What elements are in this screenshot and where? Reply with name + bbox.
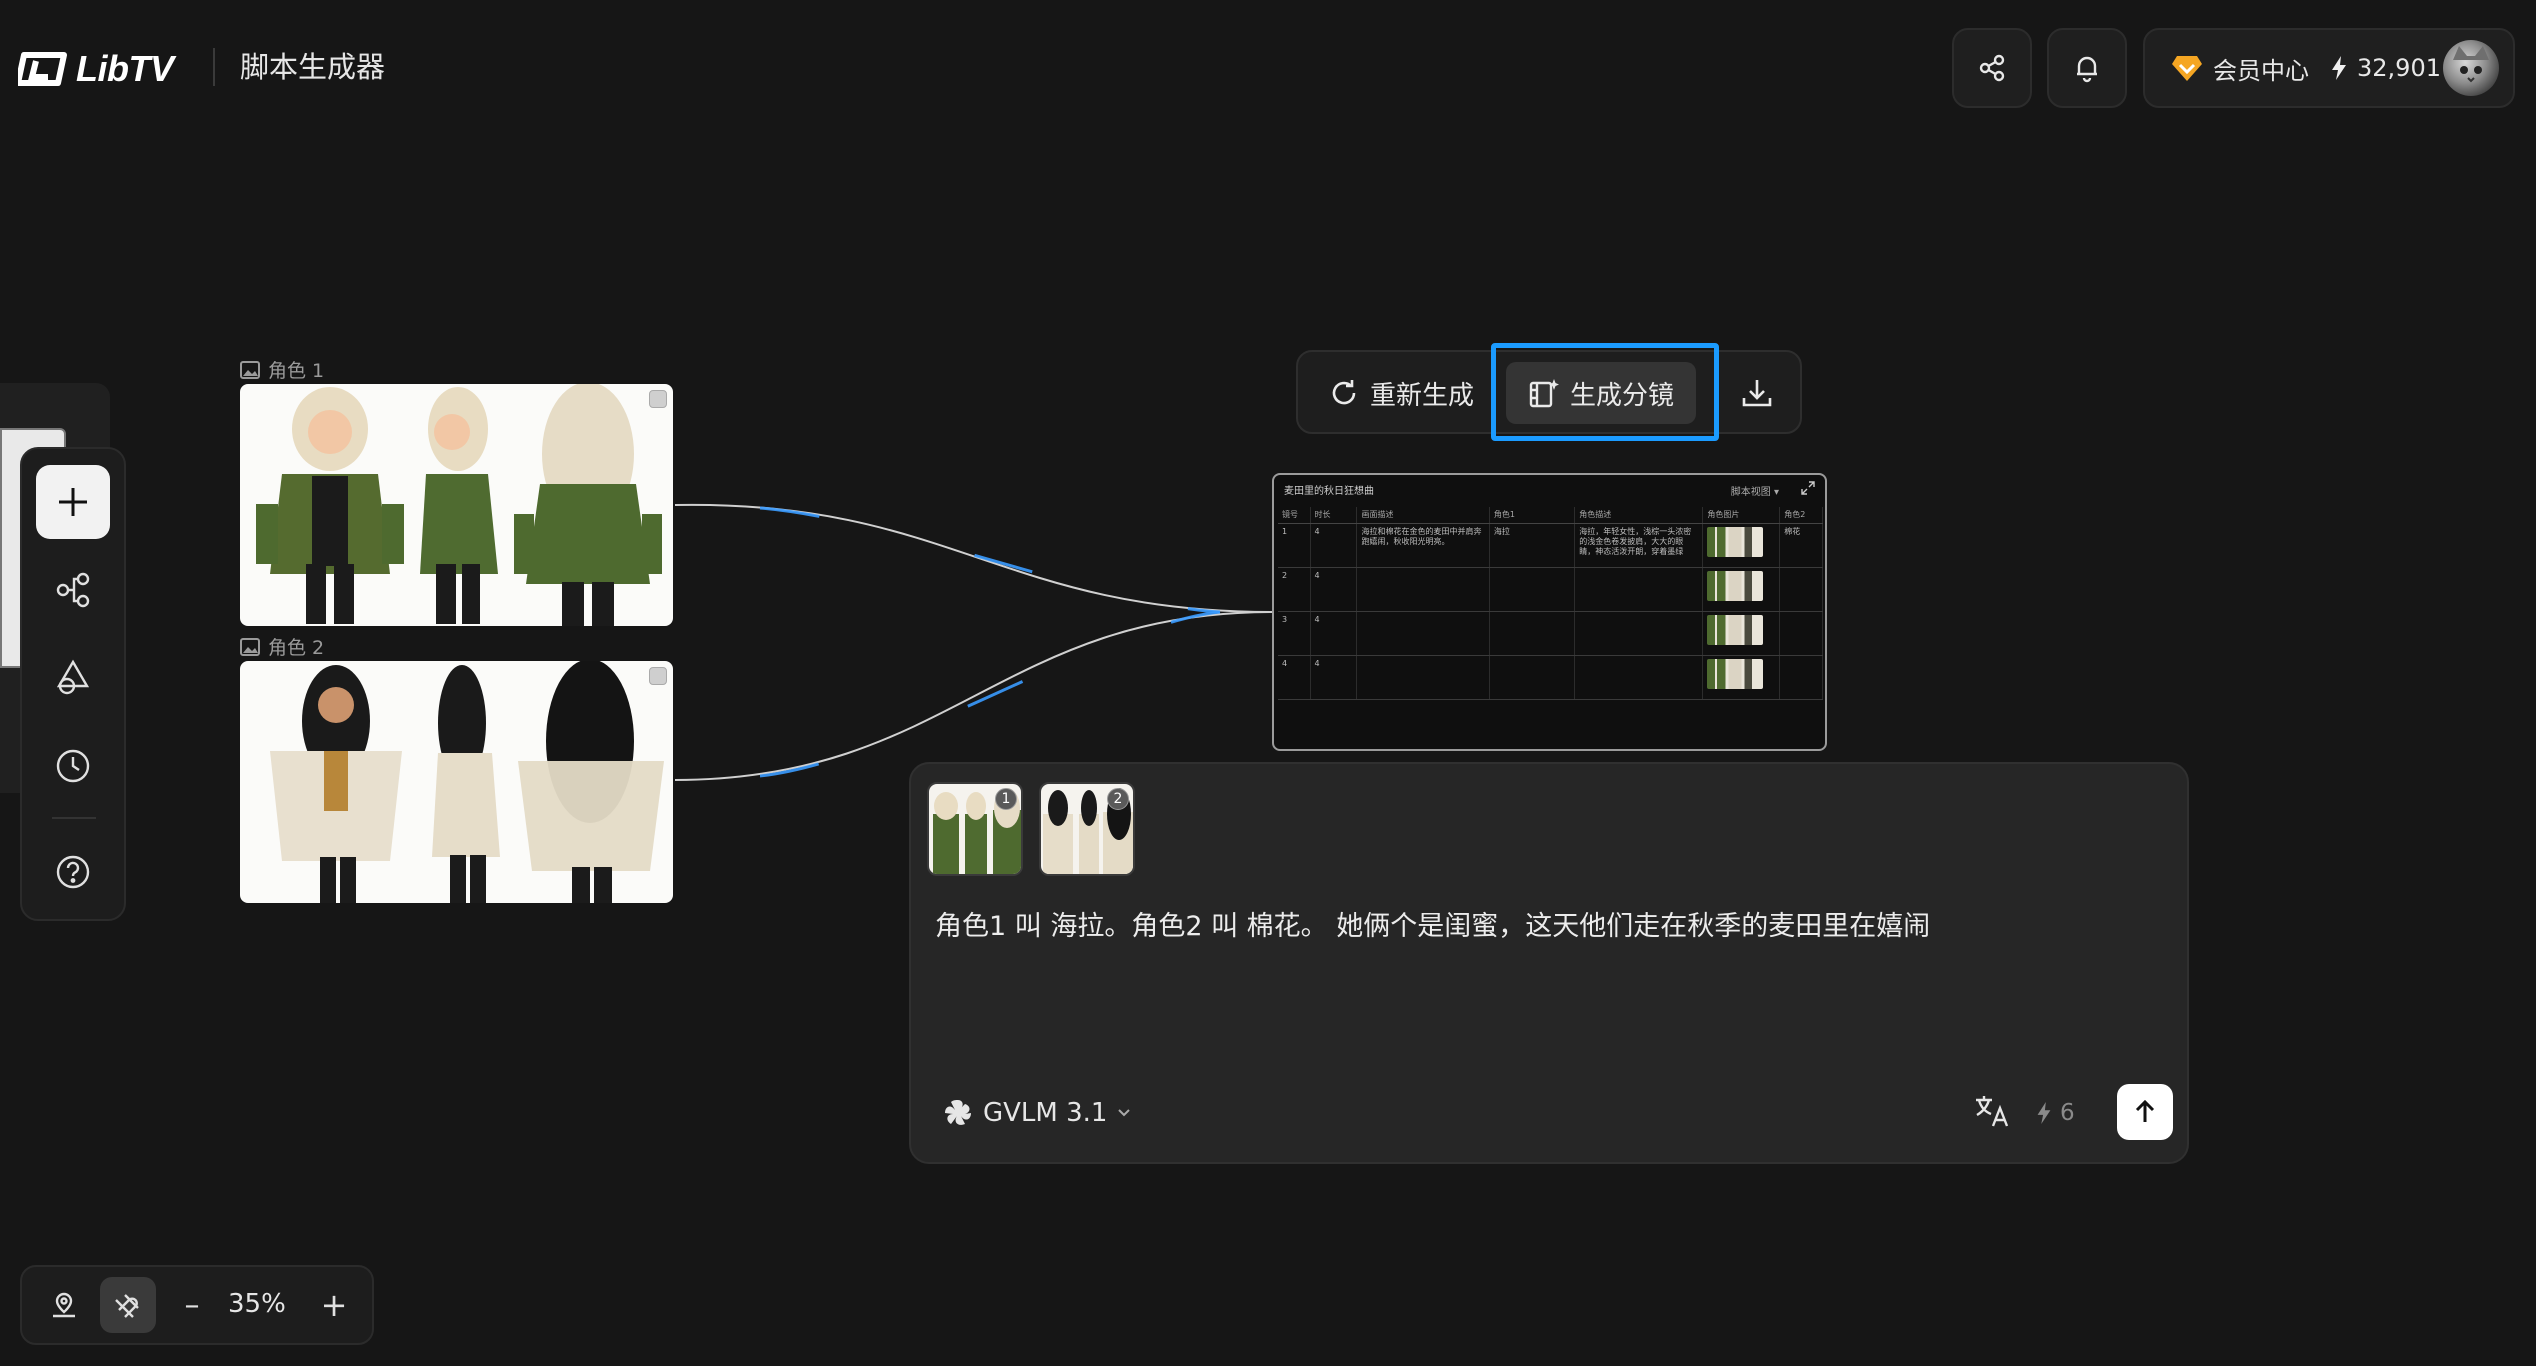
- char1-node-label: 角色 1: [240, 356, 324, 383]
- translate-button[interactable]: [1974, 1094, 2010, 1128]
- storyboard-table: 镜号 时长 画面描述 角色1 角色描述 角色图片 角色2 14 海拉和棉花在金色…: [1278, 507, 1823, 700]
- reference-image-2[interactable]: 2: [1039, 782, 1135, 876]
- image-icon: [240, 637, 260, 656]
- char2-turnaround-image: [270, 661, 664, 903]
- char1-image-node[interactable]: [240, 384, 673, 626]
- table-row[interactable]: 24: [1278, 567, 1823, 612]
- snap-toggle-button[interactable]: [100, 1277, 156, 1333]
- char2-node-label: 角色 2: [240, 633, 324, 660]
- download-icon: [1742, 380, 1772, 407]
- refresh-icon: [1332, 380, 1356, 405]
- lightning-icon: [2037, 1102, 2051, 1124]
- generation-cost: 6: [2036, 1100, 2075, 1126]
- col-header: 画面描述: [1356, 507, 1490, 524]
- row-character-image: [1707, 658, 1764, 689]
- image-icon: [240, 360, 260, 379]
- locate-pin-icon: [53, 1292, 75, 1318]
- zoom-in-button[interactable]: +: [306, 1277, 362, 1333]
- reference-badge-1: 1: [995, 788, 1017, 810]
- canvas-zoom-bar: – 35% +: [20, 1265, 374, 1345]
- char2-image-node[interactable]: [240, 661, 673, 903]
- expand-icon[interactable]: [1801, 481, 1815, 495]
- connection-char1: [674, 503, 1273, 613]
- table-row[interactable]: 34: [1278, 611, 1823, 656]
- arrow-up-icon: [2135, 1099, 2155, 1122]
- table-row[interactable]: 14 海拉和棉花在金色的麦田中并肩奔跑嬉闹，秋收阳光明亮。 海拉 海拉，年轻女性，…: [1278, 523, 1823, 568]
- selection-highlight: [1491, 343, 1719, 441]
- reference-image-1[interactable]: 1: [927, 782, 1023, 876]
- char1-turnaround-image: [256, 384, 662, 626]
- col-header: 角色图片: [1702, 507, 1781, 524]
- row-character-image: [1707, 614, 1764, 645]
- model-selector[interactable]: GVLM 3.1: [943, 1098, 1131, 1128]
- chevron-down-icon: [1118, 1109, 1131, 1117]
- reference-badge-2: 2: [1107, 788, 1129, 810]
- regenerate-button[interactable]: 重新生成: [1328, 362, 1474, 424]
- model-name: GVLM 3.1: [983, 1098, 1108, 1128]
- col-header: 角色描述: [1574, 507, 1704, 524]
- col-header: 角色2: [1779, 507, 1823, 524]
- send-button[interactable]: [2117, 1084, 2173, 1140]
- image-corner-icon[interactable]: [649, 667, 667, 685]
- storyboard-table-node[interactable]: 麦田里的秋日狂想曲 脚本视图 ▾ 镜号 时长 画面描述 角色1 角色描述 角色图…: [1272, 473, 1827, 751]
- col-header: 角色1: [1489, 507, 1576, 524]
- connection-char2: [674, 611, 1273, 781]
- zoom-level: 35%: [228, 1289, 286, 1319]
- prompt-panel: 1 2 角色1 叫 海拉。角色2 叫 棉花。 她俩个是闺蜜，这天他们走在秋季的麦…: [909, 762, 2189, 1164]
- zoom-out-button[interactable]: –: [164, 1277, 220, 1333]
- col-header: 时长: [1310, 507, 1358, 524]
- image-corner-icon[interactable]: [649, 390, 667, 408]
- model-logo-icon: [945, 1100, 971, 1125]
- translate-icon: [1976, 1096, 2009, 1127]
- script-view-dropdown[interactable]: 脚本视图 ▾: [1731, 483, 1779, 498]
- prompt-input[interactable]: 角色1 叫 海拉。角色2 叫 棉花。 她俩个是闺蜜，这天他们走在秋季的麦田里在嬉…: [935, 904, 1930, 943]
- table-row[interactable]: 44: [1278, 655, 1823, 700]
- row-character-image: [1707, 570, 1764, 601]
- magnet-icon: [115, 1294, 139, 1318]
- col-header: 镜号: [1278, 507, 1311, 524]
- download-button[interactable]: [1740, 362, 1774, 424]
- row-character-image: [1707, 526, 1764, 557]
- locate-button[interactable]: [36, 1277, 92, 1333]
